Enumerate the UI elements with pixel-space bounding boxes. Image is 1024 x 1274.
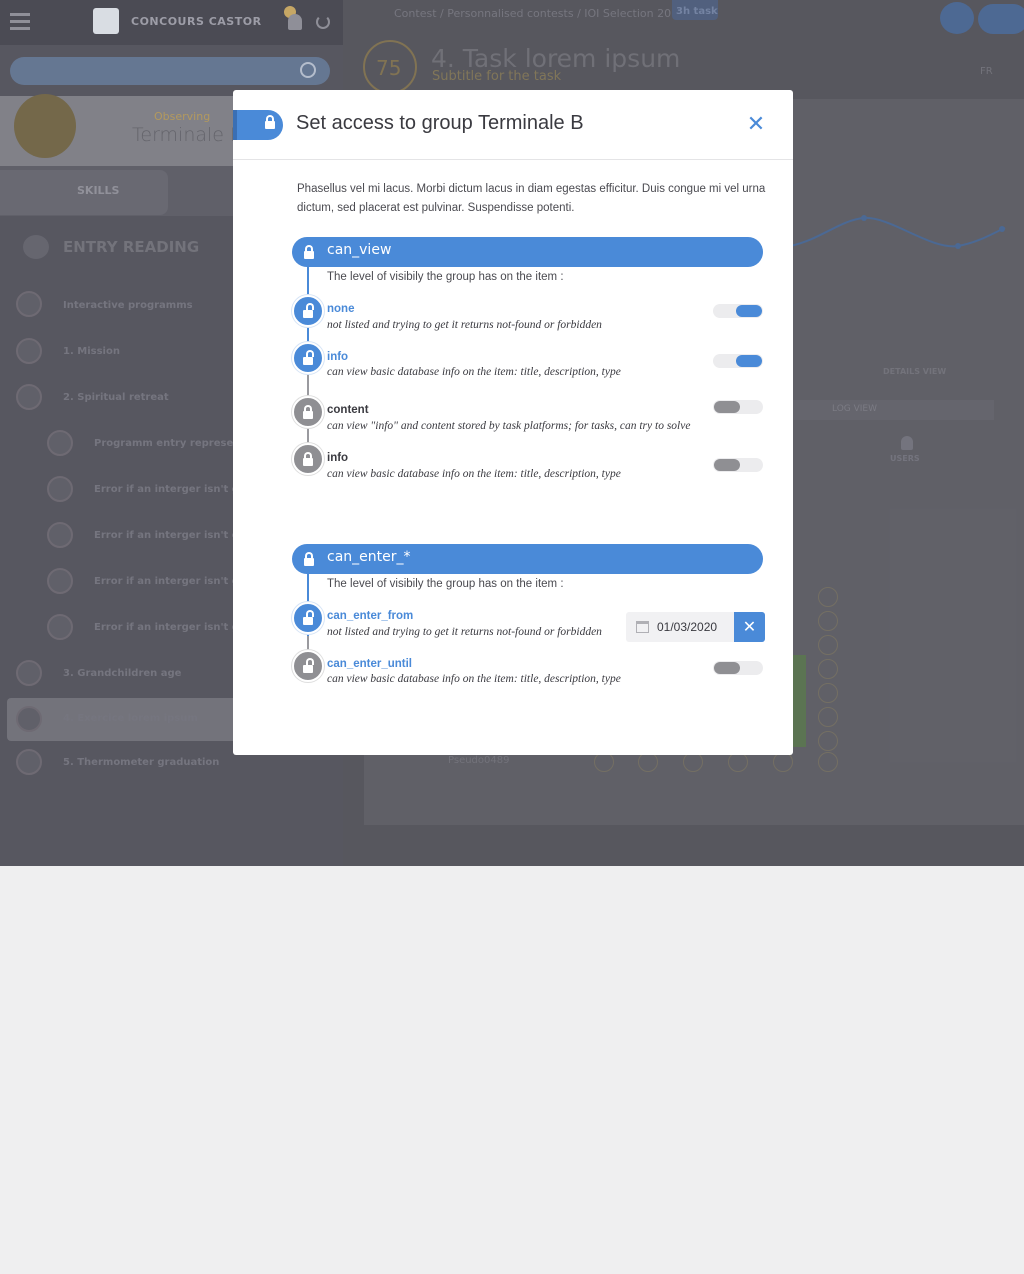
toggle-can-enter-until[interactable] <box>713 661 763 675</box>
option-status-can-enter-until <box>292 650 324 682</box>
option-description: not listed and trying to get it returns … <box>327 319 602 331</box>
clear-date-button[interactable]: ✕ <box>734 612 765 642</box>
section-title: can_view <box>327 242 392 258</box>
option-description: not listed and trying to get it returns … <box>327 626 602 638</box>
section-header-can-view: can_view <box>292 237 763 267</box>
toggle-content[interactable] <box>713 400 763 414</box>
date-value: 01/03/2020 <box>657 620 718 634</box>
modal-header: Set access to group Terminale B ✕ <box>233 90 793 160</box>
option-description: can view basic database info on the item… <box>327 366 621 378</box>
lock-icon <box>303 452 313 466</box>
option-name: can_enter_from <box>327 610 414 622</box>
modal-header-badge <box>233 110 283 140</box>
lock-icon <box>265 115 275 129</box>
lock-icon <box>304 552 314 566</box>
option-status-can-enter-from <box>292 602 324 634</box>
unlock-icon <box>303 658 314 673</box>
unlock-icon <box>303 350 314 365</box>
access-modal: Set access to group Terminale B ✕ Phasel… <box>233 90 793 755</box>
option-name: none <box>327 303 355 315</box>
option-status-info <box>292 443 324 475</box>
calendar-icon <box>636 621 649 633</box>
option-description: can view "info" and content stored by ta… <box>327 420 691 432</box>
option-status-none <box>292 295 324 327</box>
lock-icon <box>304 245 314 259</box>
lock-icon <box>303 405 313 419</box>
close-icon[interactable]: ✕ <box>745 114 767 136</box>
toggle-info[interactable] <box>713 354 763 368</box>
option-name: can_enter_until <box>327 658 412 670</box>
toggle-info-2[interactable] <box>713 458 763 472</box>
date-input[interactable]: 01/03/2020 <box>626 612 734 642</box>
option-status-content <box>292 396 324 428</box>
section-header-can-enter: can_enter_* <box>292 544 763 574</box>
option-description: can view basic database info on the item… <box>327 468 621 480</box>
option-name: content <box>327 404 369 416</box>
modal-title: Set access to group Terminale B <box>296 112 584 134</box>
modal-intro-text: Phasellus vel mi lacus. Morbi dictum lac… <box>297 183 766 214</box>
section-description: The level of visibily the group has on t… <box>327 271 564 283</box>
option-name: info <box>327 351 349 363</box>
unlock-icon <box>303 303 314 318</box>
toggle-none[interactable] <box>713 304 763 318</box>
section-title: can_enter_* <box>327 549 411 565</box>
section-description: The level of visibily the group has on t… <box>327 578 564 590</box>
option-status-info <box>292 342 324 374</box>
option-description: can view basic database info on the item… <box>327 673 621 685</box>
option-name: info <box>327 452 349 464</box>
unlock-icon <box>303 610 314 625</box>
